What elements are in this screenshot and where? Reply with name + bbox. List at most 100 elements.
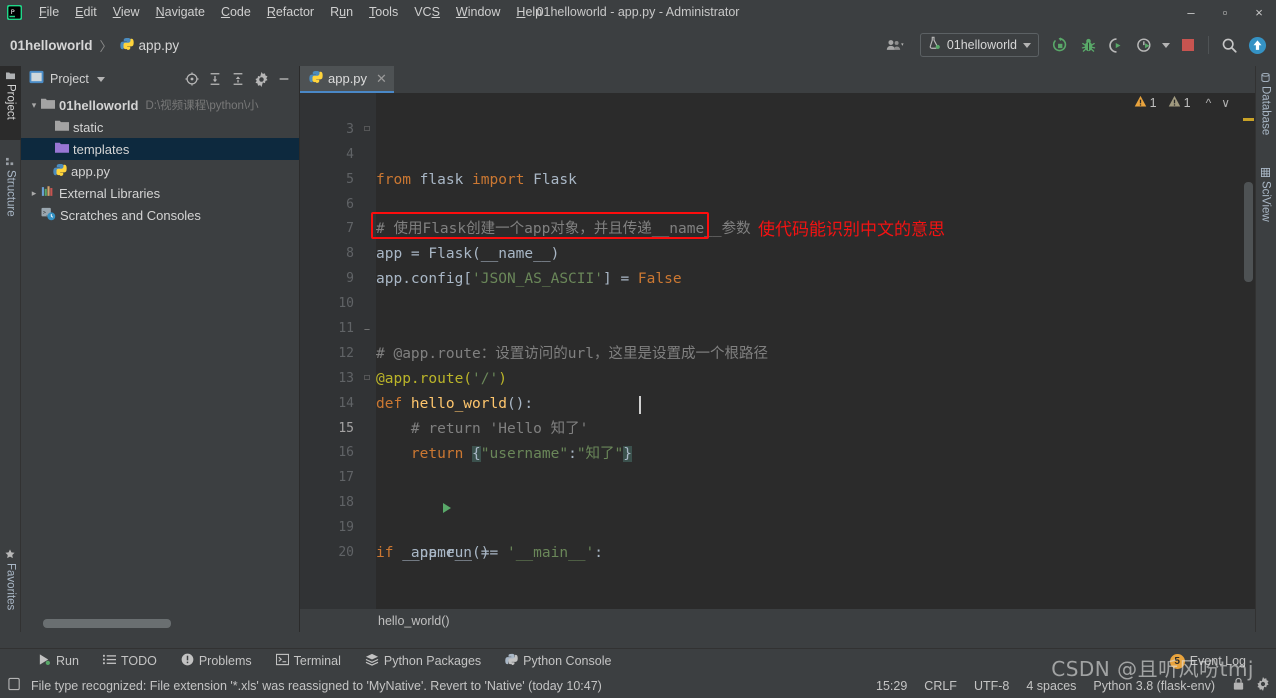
menu-tools[interactable]: Tools — [361, 2, 406, 22]
tool-window-terminal[interactable]: Terminal — [264, 651, 353, 671]
update-project-icon[interactable] — [1244, 32, 1270, 58]
todo-list-icon — [102, 653, 116, 669]
tool-window-terminal-label: Terminal — [293, 654, 341, 668]
expand-all-icon[interactable] — [204, 68, 226, 90]
sidebar-item-sciview[interactable]: SciView — [1255, 163, 1276, 237]
breadcrumb: 01helloworld 〉 app.py — [10, 36, 179, 55]
menu-navigate[interactable]: Navigate — [148, 2, 213, 22]
run-icon[interactable] — [1047, 32, 1073, 58]
menu-edit[interactable]: Edit — [67, 2, 105, 22]
project-panel-horizontal-scrollbar[interactable] — [43, 619, 316, 628]
project-panel-title: Project — [50, 72, 89, 86]
menu-code[interactable]: Code — [213, 2, 259, 22]
sciview-grid-icon — [1260, 168, 1271, 177]
sidebar-item-structure[interactable]: Structure — [0, 152, 21, 240]
file-encoding[interactable]: UTF-8 — [974, 679, 1009, 693]
close-icon[interactable]: ✕ — [376, 71, 387, 87]
status-message[interactable]: File type recognized: File extension '*.… — [31, 679, 602, 693]
sidebar-item-favorites[interactable]: Favorites — [0, 544, 21, 630]
chevron-down-icon[interactable]: ∨ — [1218, 96, 1233, 110]
tree-node-label: static — [73, 119, 104, 135]
breadcrumb-project[interactable]: 01helloworld — [10, 38, 93, 53]
hide-panel-icon[interactable] — [273, 68, 295, 90]
settings-gear-icon[interactable] — [250, 68, 272, 90]
sidebar-item-favorites-label: Favorites — [4, 563, 17, 611]
database-icon — [1260, 73, 1271, 83]
tree-node-label: External Libraries — [59, 185, 161, 201]
tool-window-python-console[interactable]: Python Console — [493, 651, 623, 671]
profile-dropdown-icon[interactable] — [1159, 32, 1173, 58]
scrollbar-thumb[interactable] — [1244, 182, 1253, 282]
editor-tabs: app.py ✕ — [300, 66, 1255, 93]
folder-icon — [41, 97, 55, 113]
maximize-button[interactable]: ▫ — [1208, 0, 1242, 24]
breadcrumb-file[interactable]: app.py — [119, 37, 180, 54]
chevron-up-icon[interactable]: ^ — [1203, 96, 1215, 110]
menu-view[interactable]: View — [105, 2, 148, 22]
chevron-down-icon[interactable]: ▾ — [27, 100, 41, 111]
scrollbar-warning-marker[interactable] — [1243, 118, 1254, 121]
warning-count-group[interactable]: 1 — [1134, 95, 1157, 111]
menu-file[interactable]: FFileile — [31, 2, 67, 22]
editor-area: app.py ✕ 1 1 ^ ∨ 3 4 from flask import F… — [300, 66, 1255, 632]
read-only-lock-icon[interactable] — [1232, 677, 1245, 694]
fold-marker-import[interactable]: ☐ — [364, 123, 370, 134]
tool-window-python-packages[interactable]: Python Packages — [353, 651, 493, 671]
indent-setting[interactable]: 4 spaces — [1026, 679, 1076, 693]
run-arrow-icon[interactable] — [336, 473, 451, 514]
code-line: 12 @app.route('/') — [300, 317, 1255, 387]
warning-count: 1 — [1149, 96, 1157, 110]
code-line: 5 — [300, 143, 1255, 187]
chevron-right-icon[interactable]: ▸ — [27, 188, 41, 199]
minimize-button[interactable]: – — [1174, 0, 1208, 24]
sidebar-item-structure-label: Structure — [4, 170, 17, 217]
tool-window-run[interactable]: Run — [26, 651, 91, 671]
user-accounts-icon[interactable] — [878, 32, 912, 58]
fold-marker-return[interactable]: ☐ — [364, 372, 370, 383]
weak-warning-triangle-icon — [1168, 95, 1181, 111]
run-configuration-selector[interactable]: 01helloworld — [919, 33, 1039, 57]
run-coverage-icon[interactable] — [1103, 32, 1129, 58]
python-interpreter[interactable]: Python 3.8 (flask-env) — [1093, 679, 1215, 693]
line-separator[interactable]: CRLF — [924, 679, 957, 693]
tree-node-app-py[interactable]: app.py — [21, 160, 299, 182]
tool-window-problems[interactable]: Problems — [169, 651, 264, 671]
run-arrow-icon — [38, 653, 51, 669]
sidebar-item-database[interactable]: Database — [1255, 68, 1276, 152]
event-log-button[interactable]: 5 Event Log — [1169, 653, 1246, 669]
sidebar-item-project-label: Project — [4, 84, 17, 120]
editor-breadcrumb[interactable]: hello_world() — [300, 609, 1255, 632]
profile-clock-icon[interactable] — [1131, 32, 1157, 58]
debug-bug-icon[interactable] — [1075, 32, 1101, 58]
fold-marker-function[interactable]: ⚊ — [364, 322, 370, 333]
stop-icon[interactable] — [1175, 32, 1201, 58]
tree-node-scratches[interactable]: >_ Scratches and Consoles — [21, 204, 299, 226]
tab-app-py[interactable]: app.py ✕ — [300, 66, 394, 93]
sidebar-item-project[interactable]: Project — [0, 66, 21, 140]
left-tool-window-rail: Project Structure Favorites — [0, 66, 21, 632]
tree-node-static[interactable]: static — [21, 116, 299, 138]
settings-gear-icon[interactable] — [1256, 677, 1270, 694]
weak-warning-count-group[interactable]: 1 — [1168, 95, 1191, 111]
event-log-label: Event Log — [1189, 654, 1246, 668]
collapse-all-icon[interactable] — [227, 68, 249, 90]
scrollbar-thumb[interactable] — [43, 619, 171, 628]
close-button[interactable]: × — [1242, 0, 1276, 24]
code-editor[interactable]: 3 4 from flask import Flask 5 6 # 使用Flas… — [300, 93, 1255, 609]
menu-run[interactable]: Run — [322, 2, 361, 22]
menu-vcs[interactable]: VCS — [406, 2, 448, 22]
chevron-down-icon[interactable] — [96, 76, 105, 82]
tree-node-project-root[interactable]: ▾ 01helloworld D:\视频课程\python\小 — [21, 94, 299, 116]
tree-node-templates[interactable]: templates — [21, 138, 299, 160]
menu-refactor[interactable]: Refactor — [259, 2, 322, 22]
breadcrumb-file-label: app.py — [138, 37, 180, 53]
editor-scrollbar[interactable] — [1242, 93, 1255, 609]
code-lines: 3 4 from flask import Flask 5 6 # 使用Flas… — [300, 93, 1255, 609]
search-everywhere-icon[interactable] — [1216, 32, 1242, 58]
menu-window[interactable]: Window — [448, 2, 508, 22]
select-opened-file-icon[interactable] — [181, 68, 203, 90]
caret-position[interactable]: 15:29 — [876, 679, 907, 693]
tree-node-external-libraries[interactable]: ▸ External Libraries — [21, 182, 299, 204]
tool-window-todo[interactable]: TODO — [91, 651, 169, 671]
notification-icon[interactable] — [8, 677, 22, 694]
